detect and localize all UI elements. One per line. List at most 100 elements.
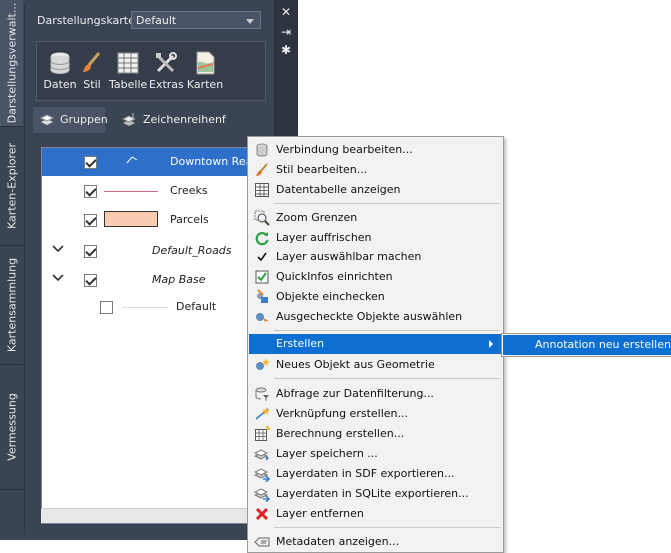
style-button[interactable]: Stil — [79, 50, 105, 91]
menu-label: Verbindung bearbeiten... — [276, 143, 413, 156]
layer-group-roads[interactable]: Default_Roads — [42, 237, 274, 265]
tools-icon — [153, 50, 179, 76]
draw-order-label: Zeichenreihenf — [143, 113, 226, 126]
menu-edit-connection[interactable]: Verbindung bearbeiten... — [249, 140, 502, 160]
layer-row-creeks[interactable]: Creeks — [42, 177, 274, 205]
menu-new-feature-from-geometry[interactable]: Neues Objekt aus Geometrie — [249, 355, 502, 375]
data-button[interactable]: Daten — [43, 50, 77, 91]
menu-label: Neues Objekt aus Geometrie — [276, 358, 435, 371]
map-select[interactable]: Default — [131, 11, 261, 29]
layer-checkbox[interactable] — [84, 214, 97, 227]
layer-row-default[interactable]: Default — [42, 293, 274, 321]
new-feature-icon — [254, 357, 270, 373]
layer-checkbox[interactable] — [84, 245, 97, 258]
table-button[interactable]: Tabelle — [109, 50, 147, 91]
filter-icon — [254, 386, 270, 402]
menu-separator — [274, 203, 500, 204]
menu-label: Datentabelle anzeigen — [276, 183, 401, 196]
menu-label: Abfrage zur Datenfilterung... — [276, 387, 434, 400]
tools-button[interactable]: Extras — [149, 50, 184, 91]
menu-export-sqlite[interactable]: Layerdaten in SQLite exportieren... — [249, 484, 502, 504]
groups-button[interactable]: Gruppen — [33, 107, 108, 133]
chevron-down-icon[interactable] — [52, 273, 64, 283]
table-icon — [115, 50, 141, 76]
menu-label: Ausgecheckte Objekte auswählen — [276, 310, 463, 323]
menu-separator — [274, 330, 500, 331]
table-label: Tabelle — [109, 78, 148, 91]
gear-icon[interactable]: ✱ — [274, 42, 298, 58]
menu-separator — [274, 378, 500, 379]
menu-save-layer[interactable]: Layer speichern ... — [249, 444, 502, 464]
menu-setup-tooltips[interactable]: QuickInfos einrichten — [249, 267, 502, 287]
layer-checkbox[interactable] — [84, 156, 97, 169]
chevron-down-icon — [246, 19, 254, 24]
close-icon[interactable]: ✕ — [274, 4, 298, 20]
layer-checkbox[interactable] — [100, 301, 113, 314]
data-label: Daten — [43, 78, 77, 91]
layers-icon — [39, 112, 55, 128]
layer-checkbox[interactable] — [84, 185, 97, 198]
layer-style-icon — [126, 155, 138, 168]
calculation-icon — [254, 425, 270, 442]
line-style-swatch — [122, 307, 168, 308]
menu-show-data-table[interactable]: Datentabelle anzeigen — [249, 180, 502, 200]
tab-map-explorer[interactable]: Karten-Explorer — [0, 127, 23, 246]
remove-icon — [254, 506, 270, 522]
tab-map-book[interactable]: Kartensammlung — [0, 246, 23, 365]
menu-edit-style[interactable]: Stil bearbeiten... — [249, 160, 502, 180]
brush-icon — [79, 50, 105, 76]
maps-button[interactable]: Karten — [185, 50, 225, 91]
layer-name: Default_Roads — [152, 244, 232, 257]
palette-tabs: Darstellungsverwalt... Karten-Explorer K… — [0, 0, 24, 490]
autohide-icon[interactable]: ⇥ — [274, 24, 298, 40]
menu-make-selectable[interactable]: Layer auswählbar machen — [249, 247, 502, 267]
layer-name: Default — [176, 300, 217, 313]
metadata-icon — [254, 534, 270, 550]
export-sdf-icon — [253, 466, 271, 483]
menu-label: Objekte einchecken — [276, 290, 385, 303]
menu-zoom-extents[interactable]: Zoom Grenzen — [249, 208, 502, 228]
menu-remove-layer[interactable]: Layer entfernen — [249, 504, 502, 524]
draw-order-icon — [121, 112, 137, 128]
menu-filter-query[interactable]: Abfrage zur Datenfilterung... — [249, 384, 502, 404]
menu-label: Layer entfernen — [276, 507, 364, 520]
layer-group-mapbase[interactable]: Map Base — [42, 266, 274, 294]
menu-check-in-features[interactable]: Objekte einchecken — [249, 287, 502, 307]
join-icon — [254, 406, 270, 422]
layer-row-downtown[interactable]: Downtown Rea — [42, 148, 274, 176]
layer-name: Parcels — [170, 213, 209, 226]
toolbar: Daten Stil Tabelle Extras Karten — [36, 41, 266, 101]
menu-create-join[interactable]: Verknüpfung erstellen... — [249, 404, 502, 424]
menu-label: Layerdaten in SDF exportieren... — [276, 467, 455, 480]
map-icon — [192, 50, 218, 76]
tab-display-manager[interactable]: Darstellungsverwalt... — [0, 0, 23, 127]
submenu-arrow-icon — [489, 340, 493, 348]
menu-export-sdf[interactable]: Layerdaten in SDF exportieren... — [249, 464, 502, 484]
layer-checkbox[interactable] — [84, 274, 97, 287]
menu-refresh-layer[interactable]: Layer auffrischen — [249, 228, 502, 248]
menu-label: Zoom Grenzen — [276, 211, 358, 224]
export-sqlite-icon — [253, 486, 271, 503]
tools-label: Extras — [149, 78, 184, 91]
checkmark-icon — [254, 249, 270, 265]
menu-label: Verknüpfung erstellen... — [276, 407, 408, 420]
menu-create-annotation[interactable]: Annotation neu erstellen — [503, 335, 671, 355]
tab-survey[interactable]: Vermessung — [0, 365, 23, 490]
menu-label: Layer speichern ... — [276, 447, 378, 460]
line-style-swatch — [104, 191, 158, 192]
layer-row-parcels[interactable]: Parcels — [42, 206, 274, 234]
horizontal-scrollbar[interactable] — [41, 508, 273, 523]
menu-separator — [274, 527, 500, 528]
fill-style-swatch — [104, 211, 158, 227]
menu-show-metadata[interactable]: Metadaten anzeigen... — [249, 532, 502, 552]
menu-create-calculation[interactable]: Berechnung erstellen... — [249, 424, 502, 444]
menu-label: Annotation neu erstellen — [535, 338, 671, 351]
palette-body: Darstellungskarte: Default Daten Stil Ta… — [24, 4, 275, 534]
chevron-down-icon[interactable] — [52, 244, 64, 254]
checkbox-icon — [254, 269, 270, 285]
layer-tree: Downtown Rea Creeks Parcels Default_Road… — [41, 147, 275, 524]
menu-label: QuickInfos einrichten — [276, 270, 393, 283]
layer-name: Downtown Rea — [170, 155, 253, 168]
menu-select-checked-out[interactable]: Ausgecheckte Objekte auswählen — [249, 307, 502, 327]
menu-create[interactable]: Erstellen — [249, 334, 502, 354]
